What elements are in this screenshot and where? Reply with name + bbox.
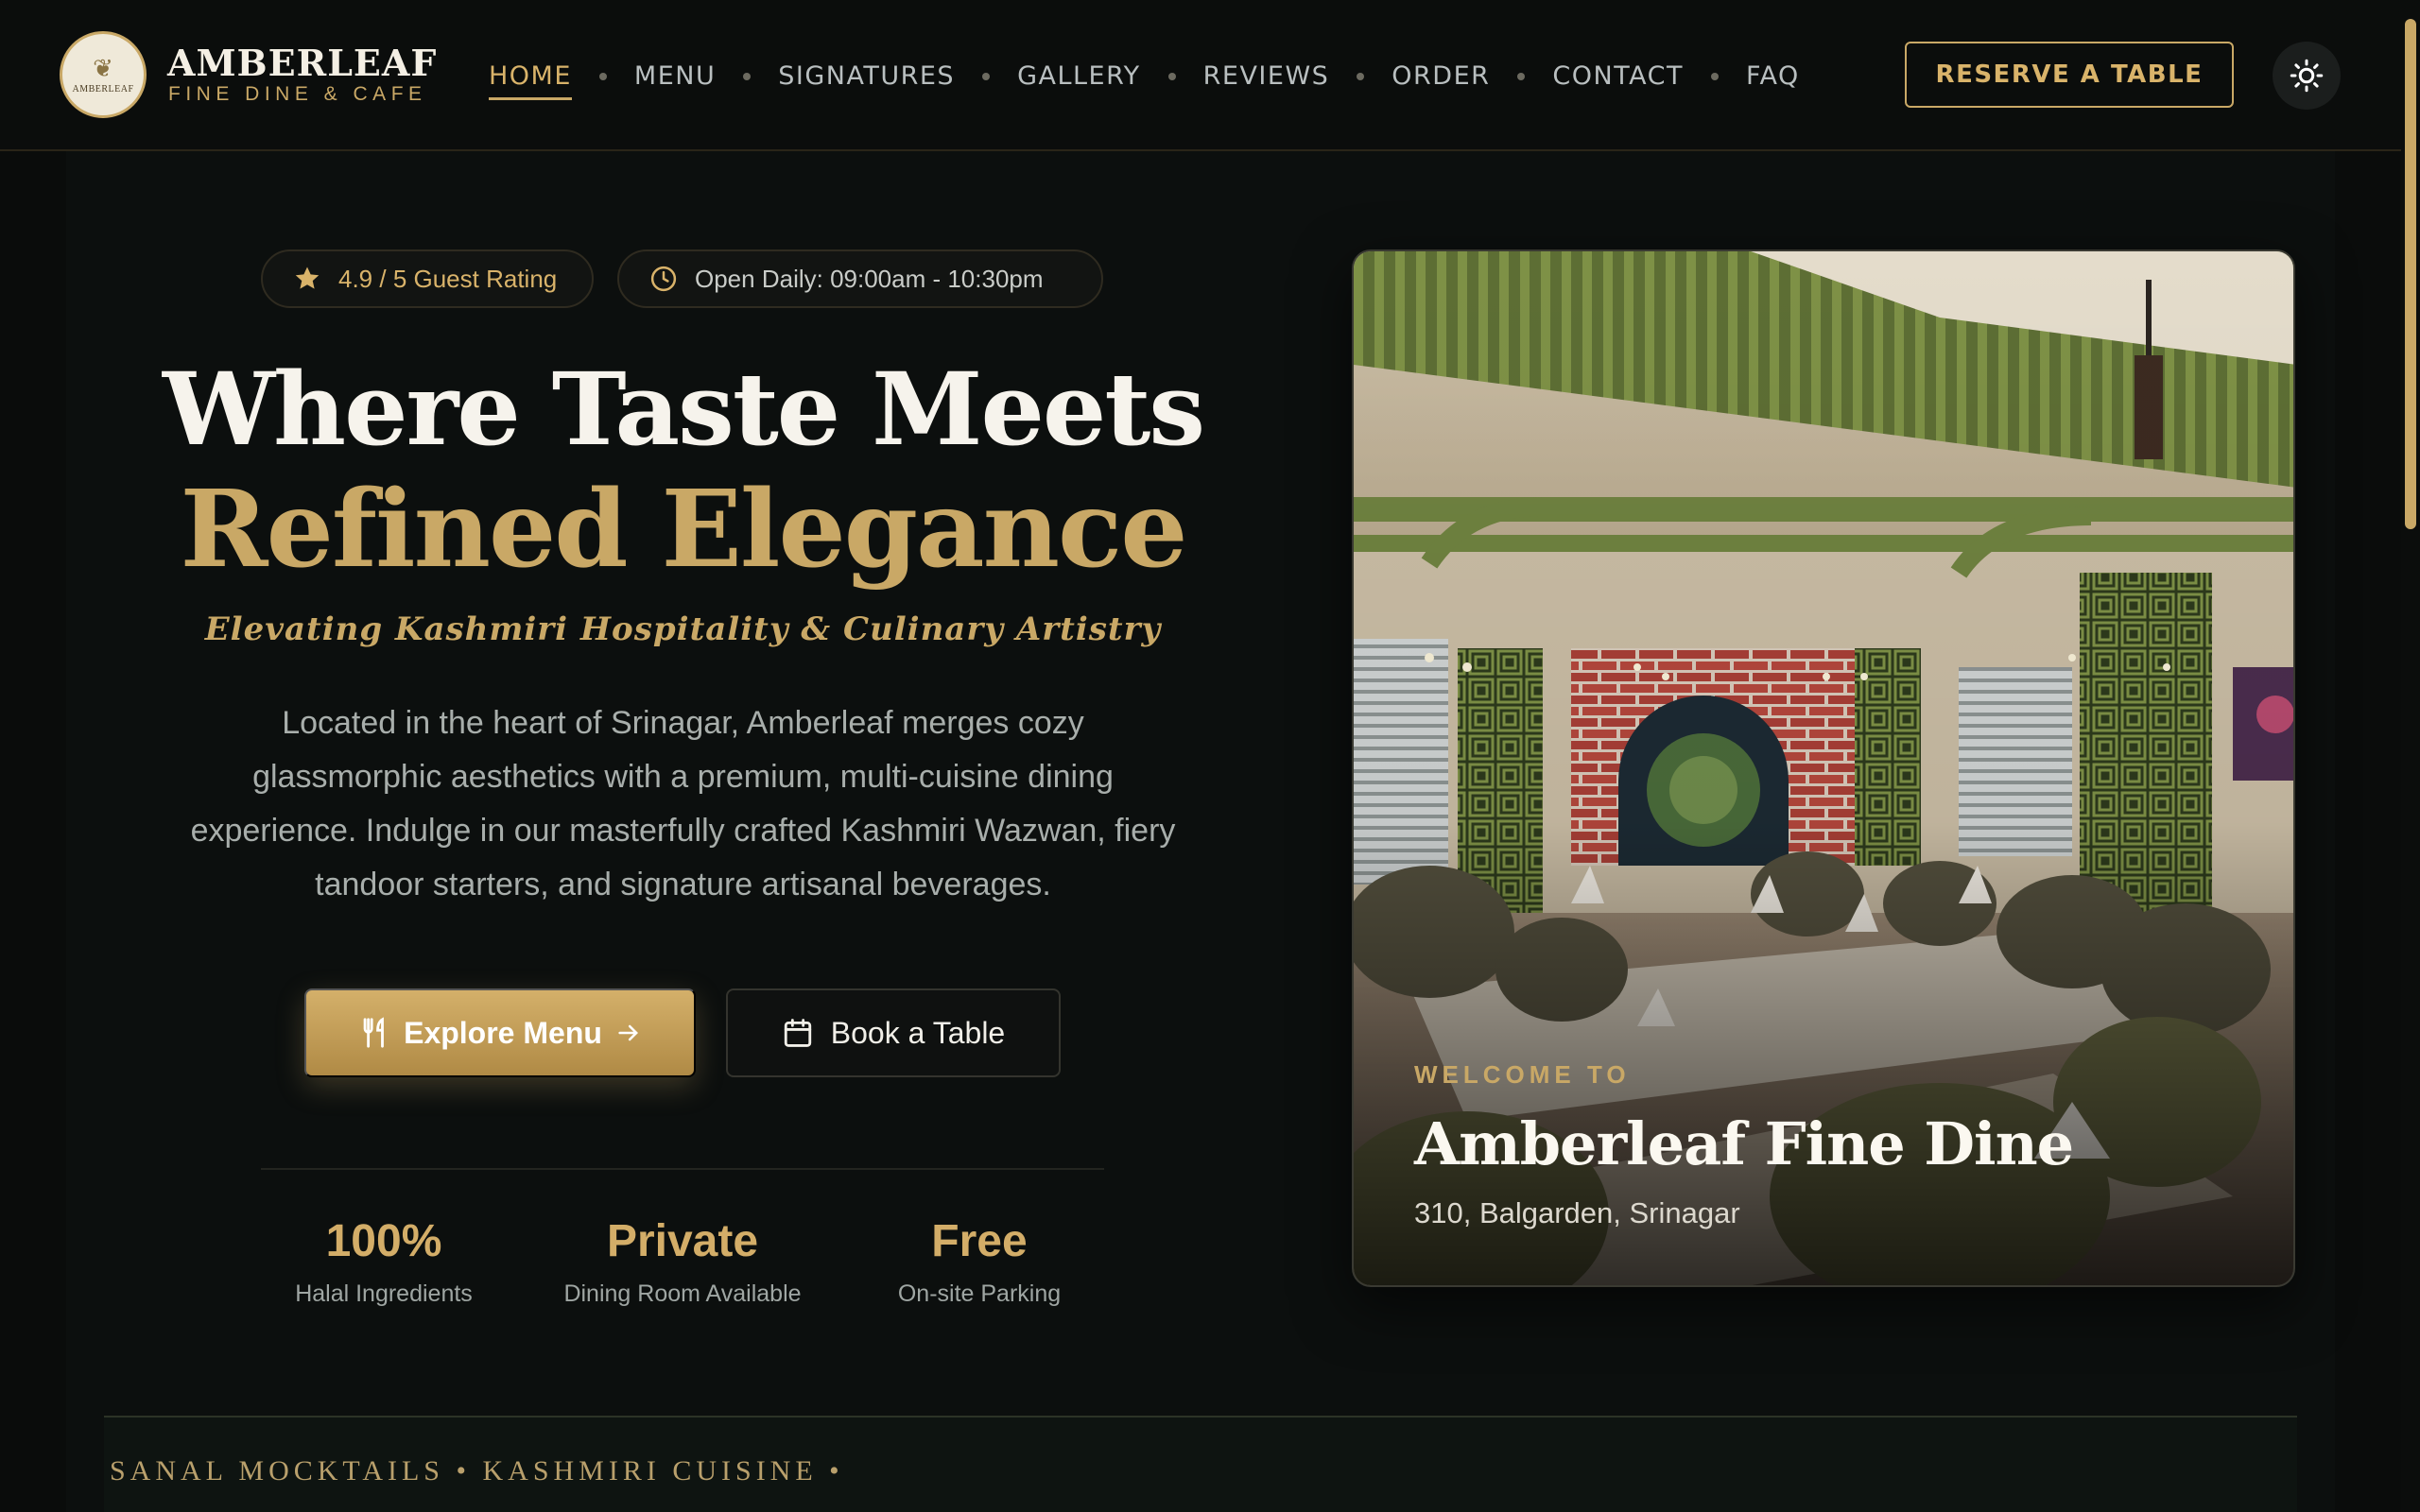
hero-heading-line1: Where Taste Meets bbox=[163, 350, 1205, 468]
stat-label: Halal Ingredients bbox=[295, 1280, 473, 1307]
leaf-emblem-icon: ❦ bbox=[93, 53, 113, 82]
nav-separator-dot bbox=[1517, 73, 1526, 80]
brand-name[interactable]: AMBERLEAF bbox=[167, 42, 437, 84]
sun-icon bbox=[2290, 59, 2324, 93]
card-title: Amberleaf Fine Dine bbox=[1414, 1109, 2074, 1178]
logo-badge-text: AMBERLEAF bbox=[72, 83, 134, 94]
explore-menu-button[interactable]: Explore Menu bbox=[304, 988, 696, 1077]
stat-private-dining: Private Dining Room Available bbox=[541, 1215, 824, 1308]
logo-badge[interactable]: ❦ AMBERLEAF bbox=[60, 31, 147, 118]
nav-separator-dot bbox=[1357, 73, 1365, 80]
clock-icon bbox=[650, 266, 677, 292]
description-line: experience. Indulge in our masterfully c… bbox=[190, 813, 1176, 849]
stats-divider bbox=[261, 1168, 1104, 1170]
stat-label: Dining Room Available bbox=[563, 1280, 802, 1307]
stat-label: On-site Parking bbox=[897, 1280, 1062, 1307]
card-address: 310, Balgarden, Srinagar bbox=[1414, 1196, 1740, 1229]
fork-knife-icon bbox=[363, 1017, 385, 1048]
reserve-table-button[interactable]: RESERVE A TABLE bbox=[1905, 42, 2234, 108]
description-line: tandoor starters, and signature artisana… bbox=[315, 867, 1051, 902]
marquee-text: SANAL MOCKTAILS • KASHMIRI CUISINE • bbox=[110, 1455, 844, 1486]
rating-text: 4.9 / 5 Guest Rating bbox=[338, 264, 558, 293]
nav-link-contact[interactable]: CONTACT bbox=[1552, 61, 1684, 100]
brand-subtitle: FINE DINE & CAFE bbox=[168, 83, 427, 105]
nav-separator-dot bbox=[1167, 73, 1176, 80]
main-nav: HOME MENU SIGNATURES GALLERY REVIEWS ORD… bbox=[489, 57, 1800, 100]
hero-heading-line2: Refined Elegance bbox=[180, 468, 1188, 592]
book-table-button[interactable]: Book a Table bbox=[726, 988, 1061, 1077]
nav-link-gallery[interactable]: GALLERY bbox=[1017, 61, 1141, 100]
nav-separator-dot bbox=[982, 73, 991, 80]
star-icon bbox=[295, 266, 320, 289]
hero-description: Located in the heart of Srinagar, Amberl… bbox=[161, 696, 1205, 912]
nav-separator-dot bbox=[743, 73, 752, 80]
nav-link-menu[interactable]: MENU bbox=[634, 61, 716, 100]
stat-value: Free bbox=[931, 1216, 1028, 1266]
nav-link-faq[interactable]: FAQ bbox=[1746, 61, 1800, 100]
arrow-right-icon bbox=[618, 1024, 638, 1041]
explore-menu-label: Explore Menu bbox=[404, 1015, 602, 1050]
stat-value: 100% bbox=[325, 1216, 442, 1266]
nav-link-home[interactable]: HOME bbox=[489, 61, 572, 100]
theme-toggle-button[interactable] bbox=[2273, 42, 2341, 110]
hero-tagline: Elevating Kashmiri Hospitality & Culinar… bbox=[204, 610, 1162, 648]
stat-halal: 100% Halal Ingredients bbox=[270, 1215, 497, 1308]
book-table-label: Book a Table bbox=[830, 1015, 1006, 1050]
rating-pill: 4.9 / 5 Guest Rating bbox=[261, 249, 594, 308]
description-line: Located in the heart of Srinagar, Amberl… bbox=[282, 705, 1084, 741]
nav-link-order[interactable]: ORDER bbox=[1392, 61, 1490, 100]
scrollbar-thumb[interactable] bbox=[2405, 19, 2416, 529]
stat-parking: Free On-site Parking bbox=[866, 1215, 1093, 1308]
marquee-strip: SANAL MOCKTAILS • KASHMIRI CUISINE • bbox=[104, 1416, 2297, 1512]
card-kicker: WELCOME TO bbox=[1414, 1060, 1631, 1089]
restaurant-interior-card: WELCOME TO Amberleaf Fine Dine 310, Balg… bbox=[1352, 249, 2295, 1287]
nav-link-reviews[interactable]: REVIEWS bbox=[1203, 61, 1330, 100]
stat-value: Private bbox=[606, 1216, 759, 1266]
navbar: ❦ AMBERLEAF AMBERLEAF FINE DINE & CAFE H… bbox=[0, 0, 2420, 151]
hours-text: Open Daily: 09:00am - 10:30pm bbox=[695, 264, 1044, 293]
hours-pill: Open Daily: 09:00am - 10:30pm bbox=[617, 249, 1103, 308]
calendar-icon bbox=[784, 1019, 811, 1047]
description-line: glassmorphic aesthetics with a premium, … bbox=[252, 759, 1114, 795]
nav-separator-dot bbox=[598, 73, 607, 80]
nav-link-signatures[interactable]: SIGNATURES bbox=[778, 61, 955, 100]
nav-separator-dot bbox=[1710, 73, 1719, 80]
